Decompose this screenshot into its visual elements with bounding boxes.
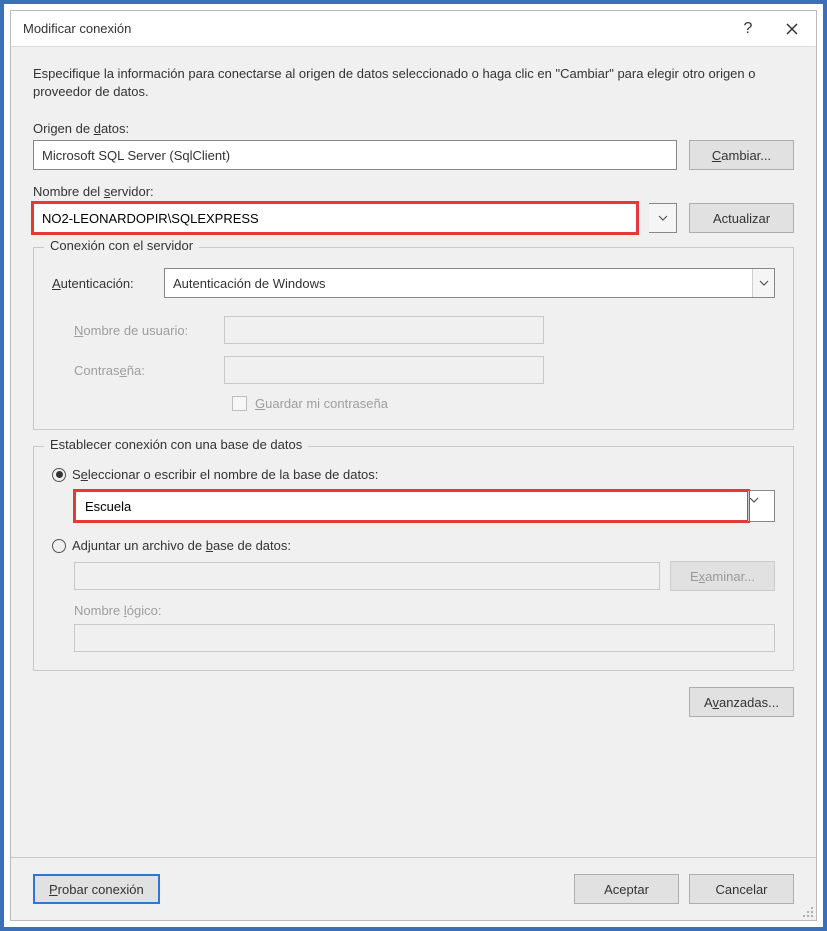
help-icon[interactable]: ? xyxy=(732,15,764,43)
save-password-checkbox xyxy=(232,396,247,411)
logical-name-input xyxy=(74,624,775,652)
test-connection-button[interactable]: Probar conexión xyxy=(33,874,160,904)
server-name-dropdown-button[interactable] xyxy=(649,203,677,233)
server-connection-legend: Conexión con el servidor xyxy=(44,238,199,253)
logical-name-label: Nombre lógico: xyxy=(74,603,775,618)
close-icon[interactable] xyxy=(776,15,808,43)
refresh-button[interactable]: Actualizar xyxy=(689,203,794,233)
server-name-input[interactable] xyxy=(34,204,636,232)
select-database-radio-row[interactable]: Seleccionar o escribir el nombre de la b… xyxy=(52,467,775,482)
select-database-radio[interactable] xyxy=(52,468,66,482)
dialog-title: Modificar conexión xyxy=(19,21,131,36)
modify-connection-dialog: Modificar conexión ? Especifique la info… xyxy=(10,10,817,921)
attach-file-radio-row[interactable]: Adjuntar un archivo de base de datos: xyxy=(52,538,775,553)
save-password-label: Guardar mi contraseña xyxy=(255,396,388,411)
password-input xyxy=(224,356,544,384)
password-label: Contraseña: xyxy=(74,363,214,378)
username-input xyxy=(224,316,544,344)
authentication-dropdown[interactable]: Autenticación de Windows xyxy=(164,268,775,298)
authentication-label: Autenticación: xyxy=(52,276,152,291)
database-connection-group: Establecer conexión con una base de dato… xyxy=(33,446,794,671)
chevron-down-icon xyxy=(752,269,774,297)
data-source-field: Microsoft SQL Server (SqlClient) xyxy=(33,140,677,170)
dialog-footer: Probar conexión Aceptar Cancelar xyxy=(11,857,816,920)
titlebar: Modificar conexión ? xyxy=(11,11,816,47)
username-label: Nombre de usuario: xyxy=(74,323,214,338)
resize-grip-icon[interactable] xyxy=(800,904,814,918)
chevron-down-icon[interactable] xyxy=(748,491,774,521)
database-connection-legend: Establecer conexión con una base de dato… xyxy=(44,437,308,452)
select-database-label: Seleccionar o escribir el nombre de la b… xyxy=(72,467,378,482)
ok-button[interactable]: Aceptar xyxy=(574,874,679,904)
attach-file-input xyxy=(74,562,660,590)
database-name-combo[interactable] xyxy=(74,490,775,522)
authentication-value: Autenticación de Windows xyxy=(165,269,752,297)
instructions-text: Especifique la información para conectar… xyxy=(33,65,794,101)
cancel-button[interactable]: Cancelar xyxy=(689,874,794,904)
advanced-button[interactable]: Avanzadas... xyxy=(689,687,794,717)
change-button[interactable]: Cambiar... xyxy=(689,140,794,170)
data-source-label: Origen de datos: xyxy=(33,121,794,136)
server-name-combo[interactable] xyxy=(33,203,637,233)
server-name-label: Nombre del servidor: xyxy=(33,184,794,199)
browse-button: Examinar... xyxy=(670,561,775,591)
attach-file-radio[interactable] xyxy=(52,539,66,553)
database-name-input[interactable] xyxy=(75,491,748,521)
attach-file-label: Adjuntar un archivo de base de datos: xyxy=(72,538,291,553)
server-connection-group: Conexión con el servidor Autenticación: … xyxy=(33,247,794,430)
